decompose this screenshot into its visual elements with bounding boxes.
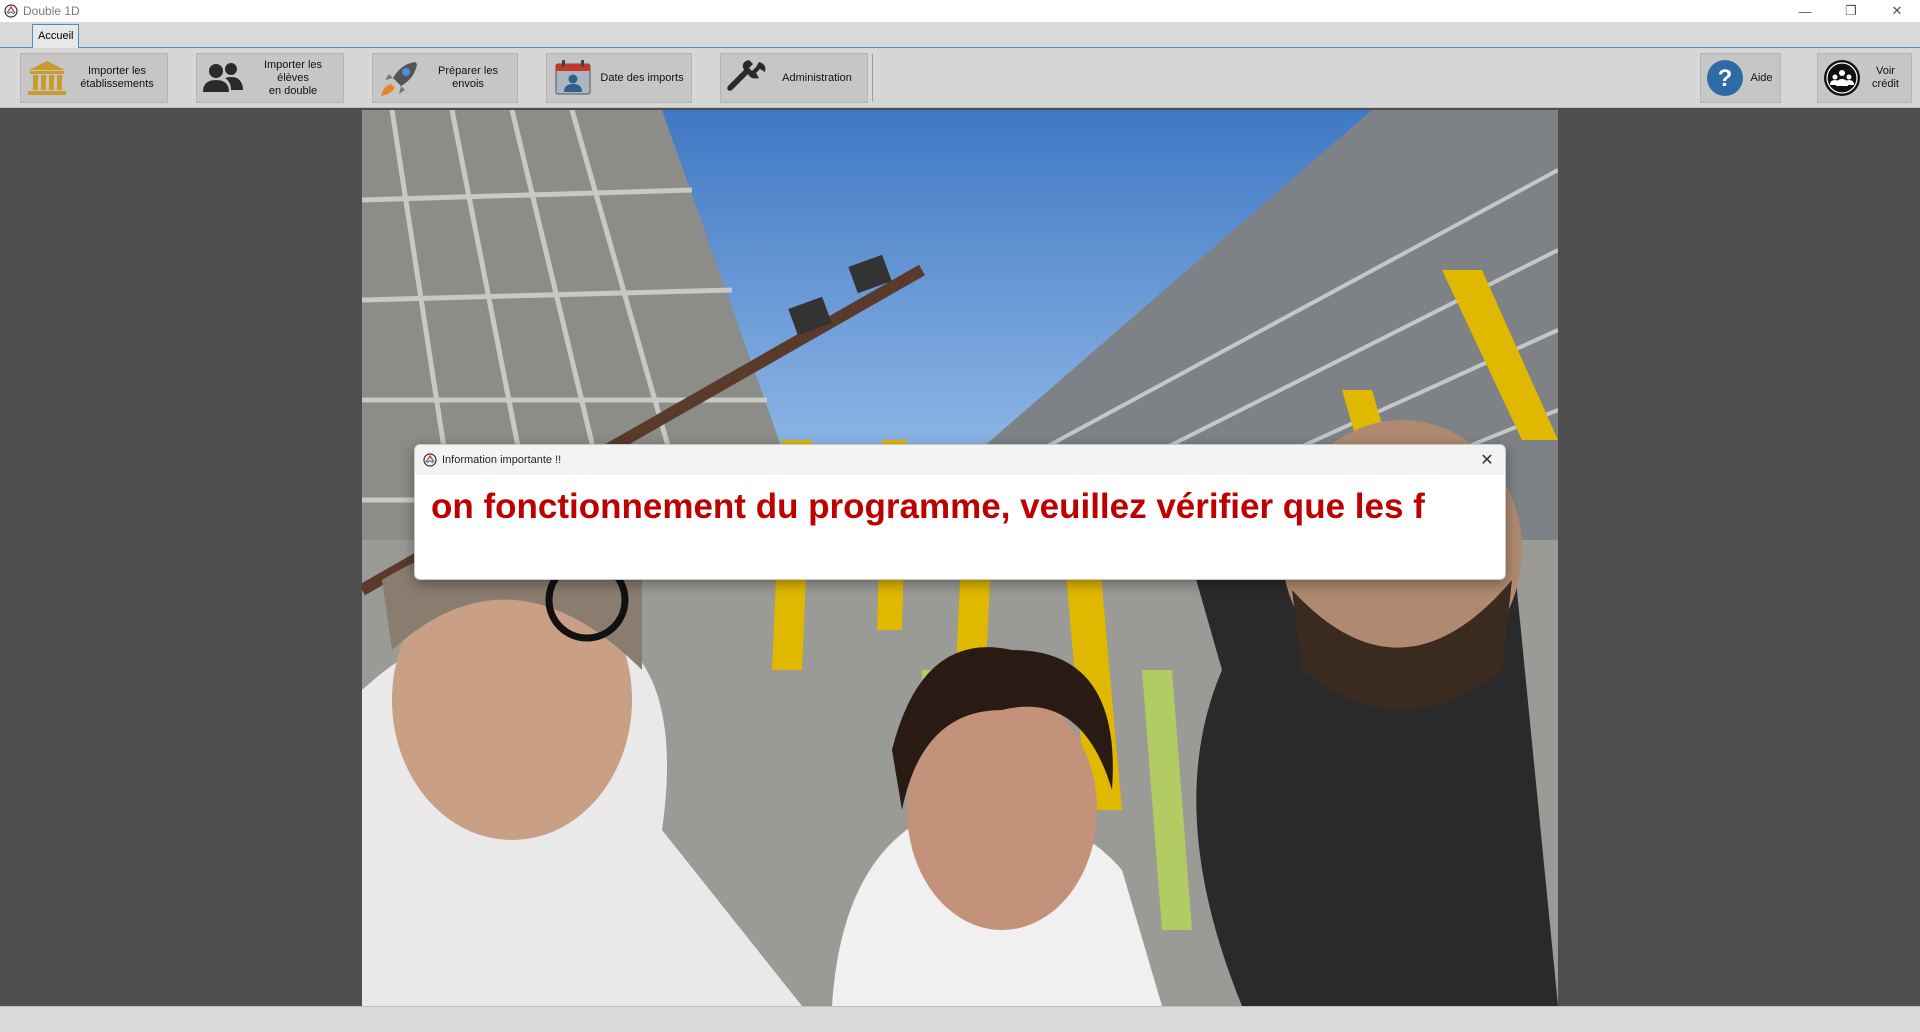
svg-text:?: ? <box>1718 65 1733 92</box>
voir-credit-button[interactable]: Voir crédit <box>1817 53 1912 103</box>
team-icon <box>1820 56 1864 100</box>
import-etablissements-label: Importer les établissements <box>80 65 154 90</box>
rocket-icon <box>375 56 423 100</box>
bank-icon <box>23 56 71 100</box>
import-eleves-button[interactable]: Importer les élèves en double <box>196 53 344 103</box>
minimize-button[interactable]: — <box>1782 0 1828 22</box>
app-logo-icon <box>423 453 437 467</box>
tab-accueil[interactable]: Accueil <box>32 24 80 48</box>
wrench-icon <box>723 56 771 100</box>
calendar-user-icon <box>549 56 597 100</box>
title-bar: Double 1D — ❐ ✕ <box>0 0 1920 22</box>
administration-button[interactable]: Administration <box>720 53 868 103</box>
date-imports-label: Date des imports <box>600 71 684 84</box>
aide-label: Aide <box>1750 71 1773 84</box>
date-imports-button[interactable]: Date des imports <box>546 53 692 103</box>
app-window: Double 1D — ❐ ✕ Accueil Importer les éta… <box>0 0 1920 1032</box>
dialog-body: on fonctionnement du programme, veuillez… <box>415 475 1505 579</box>
dialog-title: Information importante !! <box>442 454 562 466</box>
administration-label: Administration <box>782 71 852 84</box>
window-title: Double 1D <box>23 4 80 18</box>
aide-button[interactable]: ? Aide <box>1700 53 1781 103</box>
restore-button[interactable]: ❐ <box>1828 0 1874 22</box>
scrolling-message: on fonctionnement du programme, veuillez… <box>431 487 1425 526</box>
import-eleves-label: Importer les élèves en double <box>263 58 323 97</box>
users-icon <box>199 56 247 100</box>
help-icon: ? <box>1703 56 1747 100</box>
app-logo-icon <box>4 4 18 18</box>
voir-credit-label: Voir crédit <box>1872 65 1899 90</box>
preparer-envois-button[interactable]: Préparer les envois <box>372 53 518 103</box>
information-dialog: Information importante !! ✕ on fonctionn… <box>414 444 1506 580</box>
status-bar <box>0 1006 1920 1032</box>
window-controls: — ❐ ✕ <box>1782 0 1920 22</box>
ribbon-toolbar: Importer les établissements Importer les… <box>0 48 1920 108</box>
toolbar-separator <box>872 54 873 102</box>
dialog-close-button[interactable]: ✕ <box>1469 445 1505 475</box>
preparer-envois-label: Préparer les envois <box>438 65 498 90</box>
dialog-title-bar: Information importante !! ✕ <box>415 445 1505 475</box>
close-window-button[interactable]: ✕ <box>1874 0 1920 22</box>
import-etablissements-button[interactable]: Importer les établissements <box>20 53 168 103</box>
ribbon-tab-strip: Accueil <box>0 22 1920 48</box>
